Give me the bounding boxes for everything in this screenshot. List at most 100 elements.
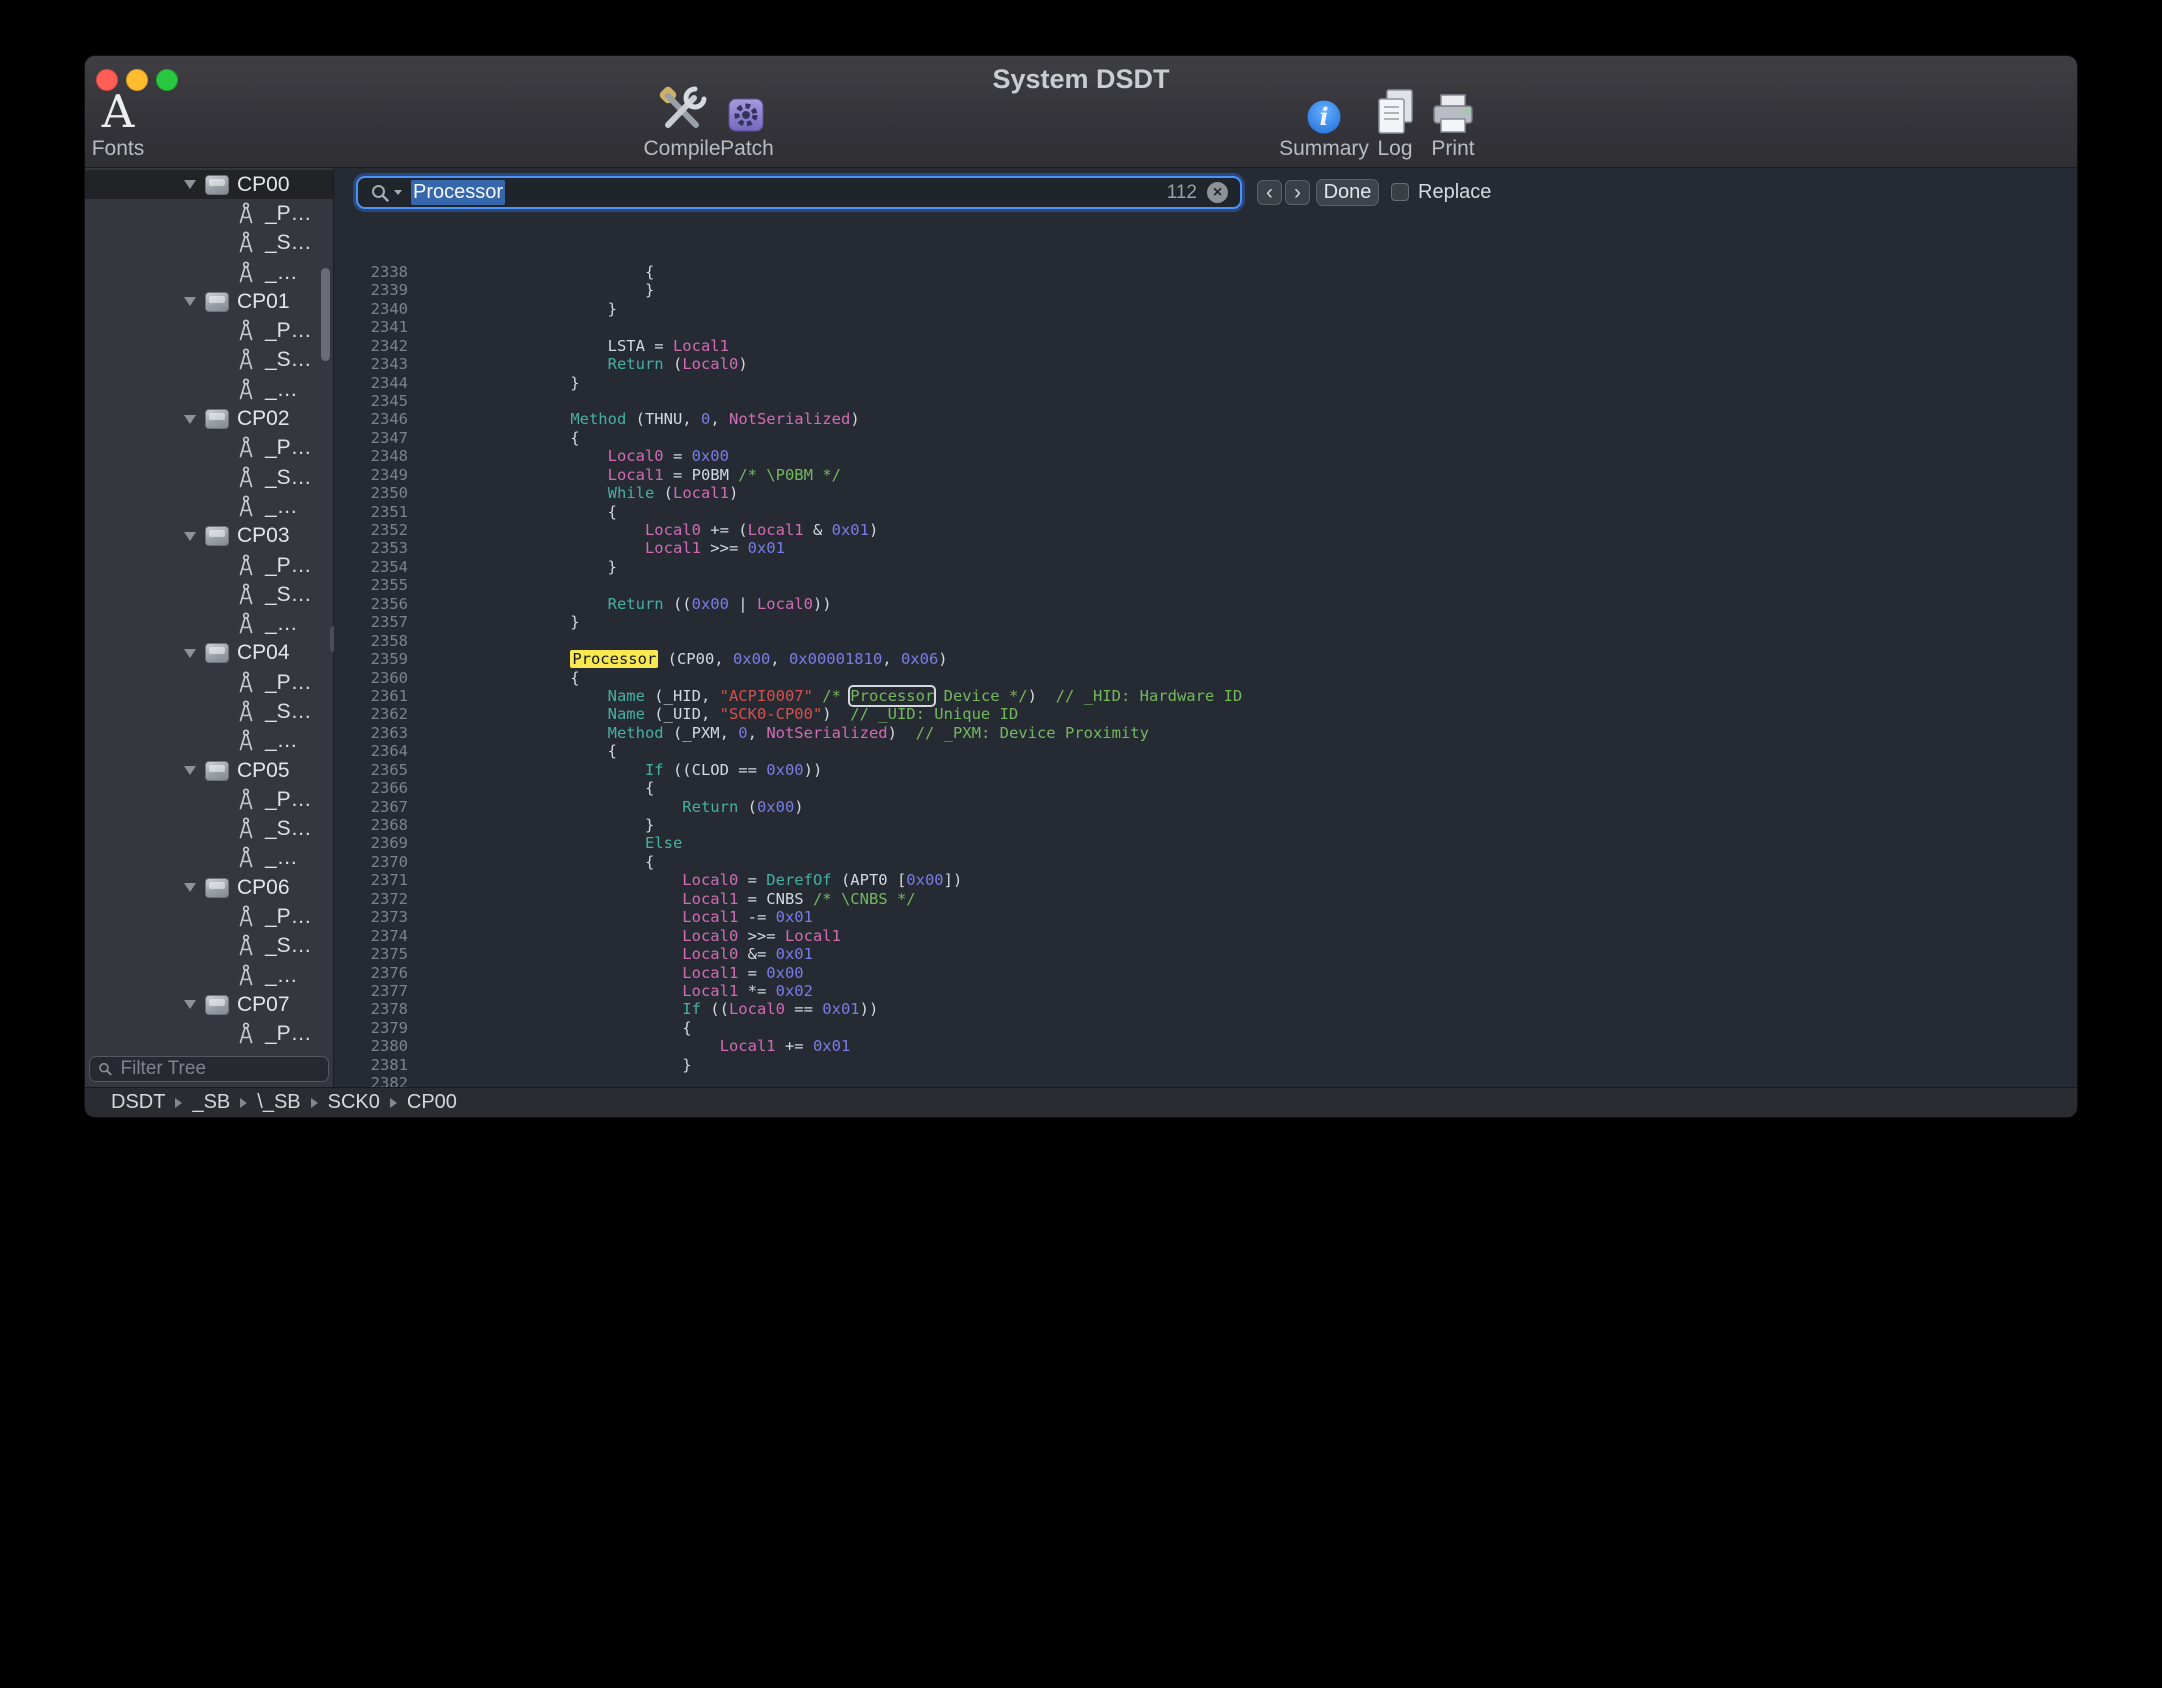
tree-subitem[interactable]: _S… bbox=[85, 1049, 333, 1051]
code-line[interactable]: 2357 } bbox=[334, 613, 2077, 631]
code-line[interactable]: 2361 Name (_HID, "ACPI0007" /* Processor… bbox=[334, 687, 2077, 705]
toolbar-log-button[interactable]: Log bbox=[1365, 92, 1425, 164]
filter-tree-input[interactable] bbox=[119, 1057, 321, 1081]
code-line[interactable]: 2379 { bbox=[334, 1019, 2077, 1037]
code-line[interactable]: 2355 bbox=[334, 576, 2077, 594]
code-line[interactable]: 2354 } bbox=[334, 558, 2077, 576]
code-line[interactable]: 2368 } bbox=[334, 816, 2077, 834]
tree-subitem[interactable]: _… bbox=[85, 961, 333, 990]
tree-subitem[interactable]: _S… bbox=[85, 580, 333, 609]
disclosure-triangle-icon[interactable] bbox=[184, 180, 196, 189]
done-button[interactable]: Done bbox=[1316, 179, 1379, 206]
code-line[interactable]: 2346 Method (THNU, 0, NotSerialized) bbox=[334, 410, 2077, 428]
tree-item-cp04[interactable]: CP04 bbox=[85, 639, 333, 668]
disclosure-triangle-icon[interactable] bbox=[184, 297, 196, 306]
code-line[interactable]: 2348 Local0 = 0x00 bbox=[334, 447, 2077, 465]
tree-subitem[interactable]: _… bbox=[85, 258, 333, 287]
code-line[interactable]: 2376 Local1 = 0x00 bbox=[334, 964, 2077, 982]
sidebar-scrollbar[interactable] bbox=[321, 268, 330, 361]
disclosure-triangle-icon[interactable] bbox=[184, 649, 196, 658]
code-line[interactable]: 2358 bbox=[334, 632, 2077, 650]
toolbar-summary-button[interactable]: i Summary bbox=[1281, 92, 1367, 164]
tree-subitem[interactable]: _… bbox=[85, 727, 333, 756]
code-line[interactable]: 2373 Local1 -= 0x01 bbox=[334, 908, 2077, 926]
disclosure-triangle-icon[interactable] bbox=[184, 532, 196, 541]
find-query-text[interactable]: Processor bbox=[411, 180, 505, 205]
code-line[interactable]: 2382 bbox=[334, 1074, 2077, 1087]
tree-subitem[interactable]: _P… bbox=[85, 1020, 333, 1049]
code-line[interactable]: 2343 Return (Local0) bbox=[334, 355, 2077, 373]
tree-subitem[interactable]: _… bbox=[85, 844, 333, 873]
tree-subitem[interactable]: _S… bbox=[85, 815, 333, 844]
code-line[interactable]: 2339 } bbox=[334, 281, 2077, 299]
tree-subitem[interactable]: _P… bbox=[85, 199, 333, 228]
toolbar-fonts-button[interactable]: A Fonts bbox=[85, 92, 151, 164]
filter-tree-field[interactable] bbox=[89, 1056, 329, 1082]
breadcrumb-item[interactable]: DSDT bbox=[111, 1091, 165, 1114]
tree-subitem[interactable]: _S… bbox=[85, 346, 333, 375]
code-line[interactable]: 2369 Else bbox=[334, 834, 2077, 852]
code-line[interactable]: 2338 { bbox=[334, 263, 2077, 281]
search-menu-chevron-icon[interactable] bbox=[394, 190, 402, 195]
code-line[interactable]: 2360 { bbox=[334, 669, 2077, 687]
code-line[interactable]: 2340 } bbox=[334, 300, 2077, 318]
clear-search-icon[interactable]: × bbox=[1207, 182, 1228, 203]
code-line[interactable]: 2342 LSTA = Local1 bbox=[334, 337, 2077, 355]
code-line[interactable]: 2350 While (Local1) bbox=[334, 484, 2077, 502]
code-line[interactable]: 2365 If ((CLOD == 0x00)) bbox=[334, 761, 2077, 779]
code-line[interactable]: 2370 { bbox=[334, 853, 2077, 871]
code-line[interactable]: 2378 If ((Local0 == 0x01)) bbox=[334, 1000, 2077, 1018]
tree-subitem[interactable]: _… bbox=[85, 609, 333, 638]
disclosure-triangle-icon[interactable] bbox=[184, 1000, 196, 1009]
code-line[interactable]: 2344 } bbox=[334, 374, 2077, 392]
toolbar-print-button[interactable]: Print bbox=[1419, 92, 1487, 164]
breadcrumb-item[interactable]: SCK0 bbox=[328, 1091, 380, 1114]
code-line[interactable]: 2372 Local1 = CNBS /* \CNBS */ bbox=[334, 890, 2077, 908]
tree-subitem[interactable]: _P… bbox=[85, 551, 333, 580]
code-line[interactable]: 2381 } bbox=[334, 1056, 2077, 1074]
tree-item-cp07[interactable]: CP07 bbox=[85, 990, 333, 1019]
code-line[interactable]: 2345 bbox=[334, 392, 2077, 410]
code-line[interactable]: 2364 { bbox=[334, 742, 2077, 760]
code-line[interactable]: 2371 Local0 = DerefOf (APT0 [0x00]) bbox=[334, 871, 2077, 889]
code-line[interactable]: 2351 { bbox=[334, 503, 2077, 521]
tree-item-cp02[interactable]: CP02 bbox=[85, 404, 333, 433]
code-line[interactable]: 2374 Local0 >>= Local1 bbox=[334, 927, 2077, 945]
code-line[interactable]: 2347 { bbox=[334, 429, 2077, 447]
code-line[interactable]: 2353 Local1 >>= 0x01 bbox=[334, 539, 2077, 557]
code-line[interactable]: 2359 Processor (CP00, 0x00, 0x00001810, … bbox=[334, 650, 2077, 668]
breadcrumb-item[interactable]: CP00 bbox=[407, 1091, 457, 1114]
tree-subitem[interactable]: _S… bbox=[85, 229, 333, 258]
disclosure-triangle-icon[interactable] bbox=[184, 883, 196, 892]
code-line[interactable]: 2363 Method (_PXM, 0, NotSerialized) // … bbox=[334, 724, 2077, 742]
tree-item-cp03[interactable]: CP03 bbox=[85, 522, 333, 551]
tree-subitem[interactable]: _P… bbox=[85, 785, 333, 814]
tree-item-cp01[interactable]: CP01 bbox=[85, 287, 333, 316]
code-line[interactable]: 2380 Local1 += 0x01 bbox=[334, 1037, 2077, 1055]
tree-subitem[interactable]: _S… bbox=[85, 697, 333, 726]
tree-subitem[interactable]: _… bbox=[85, 375, 333, 404]
code-line[interactable]: 2362 Name (_UID, "SCK0-CP00") // _UID: U… bbox=[334, 705, 2077, 723]
tree-subitem[interactable]: _P… bbox=[85, 316, 333, 345]
tree-subitem[interactable]: _S… bbox=[85, 932, 333, 961]
tree-subitem[interactable]: _P… bbox=[85, 668, 333, 697]
code-line[interactable]: 2356 Return ((0x00 | Local0)) bbox=[334, 595, 2077, 613]
disclosure-triangle-icon[interactable] bbox=[184, 766, 196, 775]
code-line[interactable]: 2349 Local1 = P0BM /* \P0BM */ bbox=[334, 466, 2077, 484]
tree-item-cp06[interactable]: CP06 bbox=[85, 873, 333, 902]
tree-subitem[interactable]: _P… bbox=[85, 434, 333, 463]
code-line[interactable]: 2367 Return (0x00) bbox=[334, 798, 2077, 816]
tree-item-cp05[interactable]: CP05 bbox=[85, 756, 333, 785]
code-editor[interactable]: 2338 {2339 }2340 }23412342 LSTA = Local1… bbox=[334, 216, 2077, 1087]
find-search-field[interactable]: Processor 112 × bbox=[356, 176, 1242, 209]
code-line[interactable]: 2352 Local0 += (Local1 & 0x01) bbox=[334, 521, 2077, 539]
replace-checkbox[interactable] bbox=[1391, 183, 1409, 201]
find-previous-button[interactable]: ‹ bbox=[1257, 180, 1282, 205]
tree-subitem[interactable]: _… bbox=[85, 492, 333, 521]
breadcrumb-item[interactable]: _SB bbox=[192, 1091, 230, 1114]
tree-subitem[interactable]: _S… bbox=[85, 463, 333, 492]
breadcrumb-item[interactable]: \_SB bbox=[257, 1091, 300, 1114]
code-line[interactable]: 2377 Local1 *= 0x02 bbox=[334, 982, 2077, 1000]
tree-item-cp00[interactable]: CP00 bbox=[85, 170, 333, 199]
toolbar-patch-button[interactable]: Patch bbox=[711, 92, 783, 164]
